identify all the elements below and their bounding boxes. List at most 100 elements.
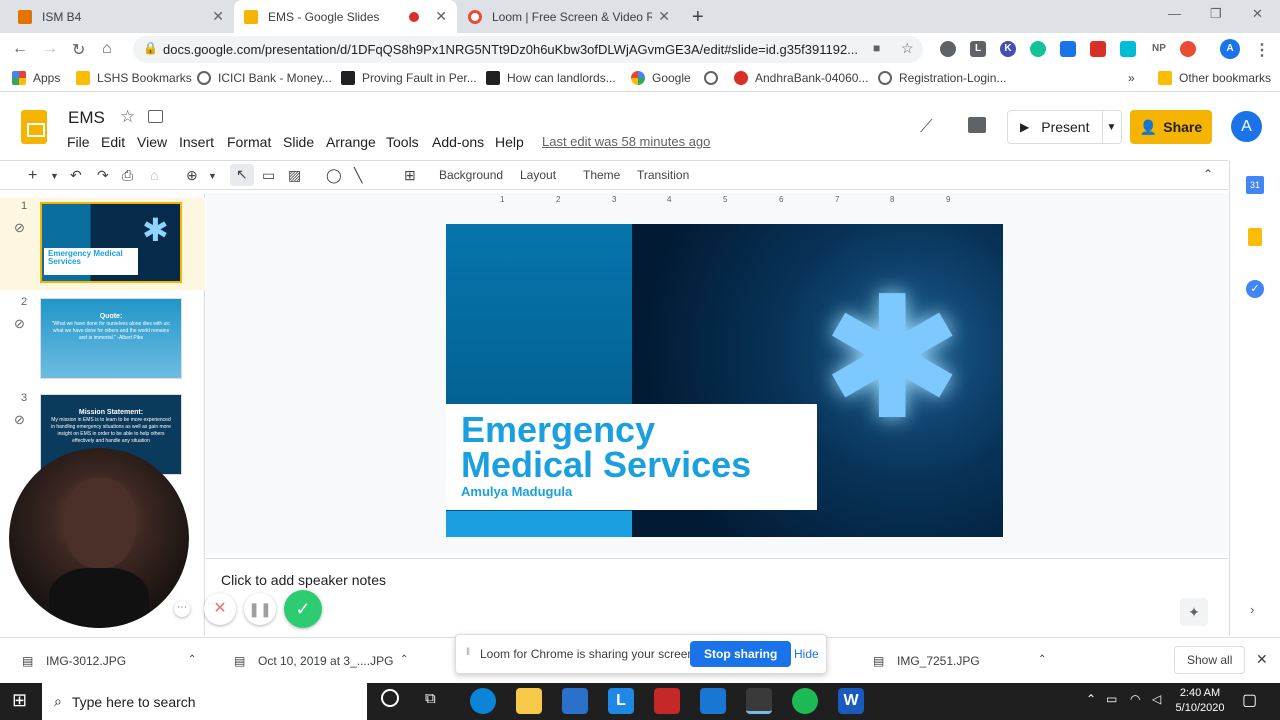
chevron-up-icon[interactable]: ⌃: [1038, 654, 1046, 665]
edge-icon[interactable]: [470, 688, 496, 714]
select-cursor-icon[interactable]: ↖: [230, 164, 254, 186]
present-button[interactable]: ▶ Present: [1007, 110, 1103, 144]
close-downloads-icon[interactable]: ✕: [1256, 651, 1268, 668]
window-close-icon[interactable]: ✕: [1252, 6, 1263, 22]
move-folder-icon[interactable]: [148, 110, 163, 123]
close-tab-icon[interactable]: ✕: [212, 8, 224, 25]
tab-loom[interactable]: Loom | Free Screen & Video Reco ✕: [458, 0, 680, 33]
bookmark-landlords[interactable]: How can landlords...: [486, 71, 616, 85]
textbox-icon[interactable]: ▭: [262, 167, 275, 184]
download-item-1[interactable]: IMG-3012.JPG: [46, 654, 126, 668]
bookmark-other[interactable]: Other bookmarks: [1158, 71, 1271, 85]
explore-icon[interactable]: ✦: [1180, 598, 1208, 626]
bookmark-andhrabank[interactable]: AndhraBank-04060...: [734, 71, 868, 85]
speaker-notes-placeholder[interactable]: Click to add speaker notes: [221, 572, 386, 588]
notifications-icon[interactable]: ▢: [1242, 690, 1257, 710]
title-box[interactable]: Emergency Medical Services Amulya Madugu…: [446, 404, 817, 510]
star-icon[interactable]: ☆: [901, 40, 914, 57]
comments-icon[interactable]: [968, 117, 986, 133]
slide-thumb-1[interactable]: Emergency Medical Services ✱: [40, 202, 182, 283]
main-slide[interactable]: ✱ Emergency Medical Services Amulya Madu…: [446, 224, 1003, 537]
extension-book-icon[interactable]: [1060, 41, 1076, 57]
download-item-2[interactable]: Oct 10, 2019 at 3_....JPG: [258, 654, 393, 668]
present-dropdown-icon[interactable]: ▼: [1102, 110, 1122, 144]
slides-logo[interactable]: [21, 110, 47, 144]
bookmark-proving-fault[interactable]: Proving Fault in Per...: [341, 71, 477, 85]
task-view-icon[interactable]: ⧉: [425, 690, 436, 707]
bookmarks-overflow-icon[interactable]: »: [1128, 71, 1135, 85]
cortana-icon[interactable]: [381, 689, 399, 707]
menu-tools[interactable]: Tools: [386, 134, 419, 150]
loom-more-icon[interactable]: ⋯: [174, 601, 190, 617]
volume-icon[interactable]: ◁: [1152, 692, 1161, 706]
puzzle-icon[interactable]: [940, 41, 956, 57]
home-icon[interactable]: ⌂: [102, 40, 112, 58]
word-icon[interactable]: W: [838, 688, 864, 714]
menu-edit[interactable]: Edit: [101, 134, 125, 150]
extension-k-icon[interactable]: K: [1000, 41, 1016, 57]
loom-ext-icon[interactable]: [1180, 41, 1196, 57]
wifi-icon[interactable]: ◠: [1130, 692, 1140, 706]
drag-handle-icon[interactable]: ‖: [466, 647, 470, 658]
doc-title[interactable]: EMS: [68, 108, 105, 128]
menu-addons[interactable]: Add-ons: [432, 134, 484, 150]
line-icon[interactable]: ╲: [354, 167, 362, 184]
network-icon[interactable]: ▭: [1106, 692, 1117, 706]
close-tab-icon[interactable]: ✕: [435, 8, 447, 25]
loom-cancel-icon[interactable]: ✕: [204, 593, 236, 625]
loom-camera-bubble[interactable]: [9, 448, 189, 628]
chrome-taskbar-icon[interactable]: [746, 688, 772, 714]
close-tab-icon[interactable]: ✕: [658, 8, 670, 25]
paint-format-icon[interactable]: ⌂: [150, 167, 158, 183]
calendar-icon[interactable]: 31: [1246, 176, 1264, 194]
chrome-menu-icon[interactable]: ⋮: [1254, 40, 1270, 60]
activity-icon[interactable]: ⟋: [920, 116, 933, 137]
download-item-3[interactable]: IMG_7251.JPG: [897, 654, 980, 668]
minimize-icon[interactable]: —: [1168, 6, 1181, 21]
bookmark-google[interactable]: Google: [631, 71, 691, 85]
menu-format[interactable]: Format: [227, 134, 271, 150]
tab-ems-slides[interactable]: EMS - Google Slides ✕: [234, 0, 457, 33]
undo-icon[interactable]: ↶: [70, 167, 82, 184]
back-icon[interactable]: ←: [12, 40, 28, 58]
layout-button[interactable]: Layout: [520, 168, 556, 182]
print-icon[interactable]: ⎙: [122, 167, 133, 184]
speaker-notes-area[interactable]: [206, 558, 1228, 636]
image-icon[interactable]: ▨: [288, 167, 301, 184]
new-tab-icon[interactable]: +: [692, 6, 704, 29]
tray-chevron-icon[interactable]: ⌃: [1086, 692, 1096, 706]
shape-icon[interactable]: ◯: [326, 167, 342, 184]
extension-np-icon[interactable]: NP: [1148, 41, 1170, 57]
account-avatar[interactable]: A: [1231, 111, 1262, 142]
loom-pause-icon[interactable]: ❚❚: [244, 593, 276, 625]
extension-web-icon[interactable]: [1120, 41, 1136, 57]
bookmark-globe[interactable]: [704, 71, 725, 85]
new-slide-dropdown-icon[interactable]: ▼: [50, 171, 59, 181]
menu-insert[interactable]: Insert: [179, 134, 214, 150]
transition-button[interactable]: Transition: [637, 168, 689, 182]
star-icon[interactable]: ☆: [120, 107, 135, 127]
share-button[interactable]: 👤 Share: [1130, 110, 1212, 144]
url-field[interactable]: 🔒 docs.google.com/presentation/d/1DFqQS8…: [133, 36, 923, 63]
maximize-icon[interactable]: ❐: [1210, 6, 1222, 22]
forward-icon[interactable]: →: [42, 40, 58, 58]
chevron-up-icon[interactable]: ⌃: [188, 654, 196, 665]
slide-thumb-2[interactable]: Quote: "What we have done for ourselves …: [40, 298, 182, 379]
collapse-toolbar-icon[interactable]: ⌃: [1203, 167, 1213, 181]
stop-sharing-button[interactable]: Stop sharing: [690, 641, 792, 667]
menu-view[interactable]: View: [137, 134, 167, 150]
menu-help[interactable]: Help: [495, 134, 524, 150]
bookmark-registration[interactable]: Registration-Login...: [878, 71, 1006, 85]
profile-avatar[interactable]: A: [1220, 39, 1240, 59]
bookmark-lshs[interactable]: LSHS Bookmarks: [76, 71, 192, 85]
expand-panel-icon[interactable]: ›: [1250, 602, 1254, 617]
store-icon[interactable]: [562, 688, 588, 714]
grammarly-icon[interactable]: [1030, 41, 1046, 57]
windows-start-icon[interactable]: ⊞: [12, 690, 27, 711]
new-slide-icon[interactable]: +: [28, 167, 37, 185]
file-explorer-icon[interactable]: [516, 688, 542, 714]
reload-icon[interactable]: ↻: [72, 40, 85, 60]
last-edit-link[interactable]: Last edit was 58 minutes ago: [542, 134, 710, 149]
app-l-icon[interactable]: L: [608, 688, 634, 714]
mcafee-taskbar-icon[interactable]: [654, 688, 680, 714]
